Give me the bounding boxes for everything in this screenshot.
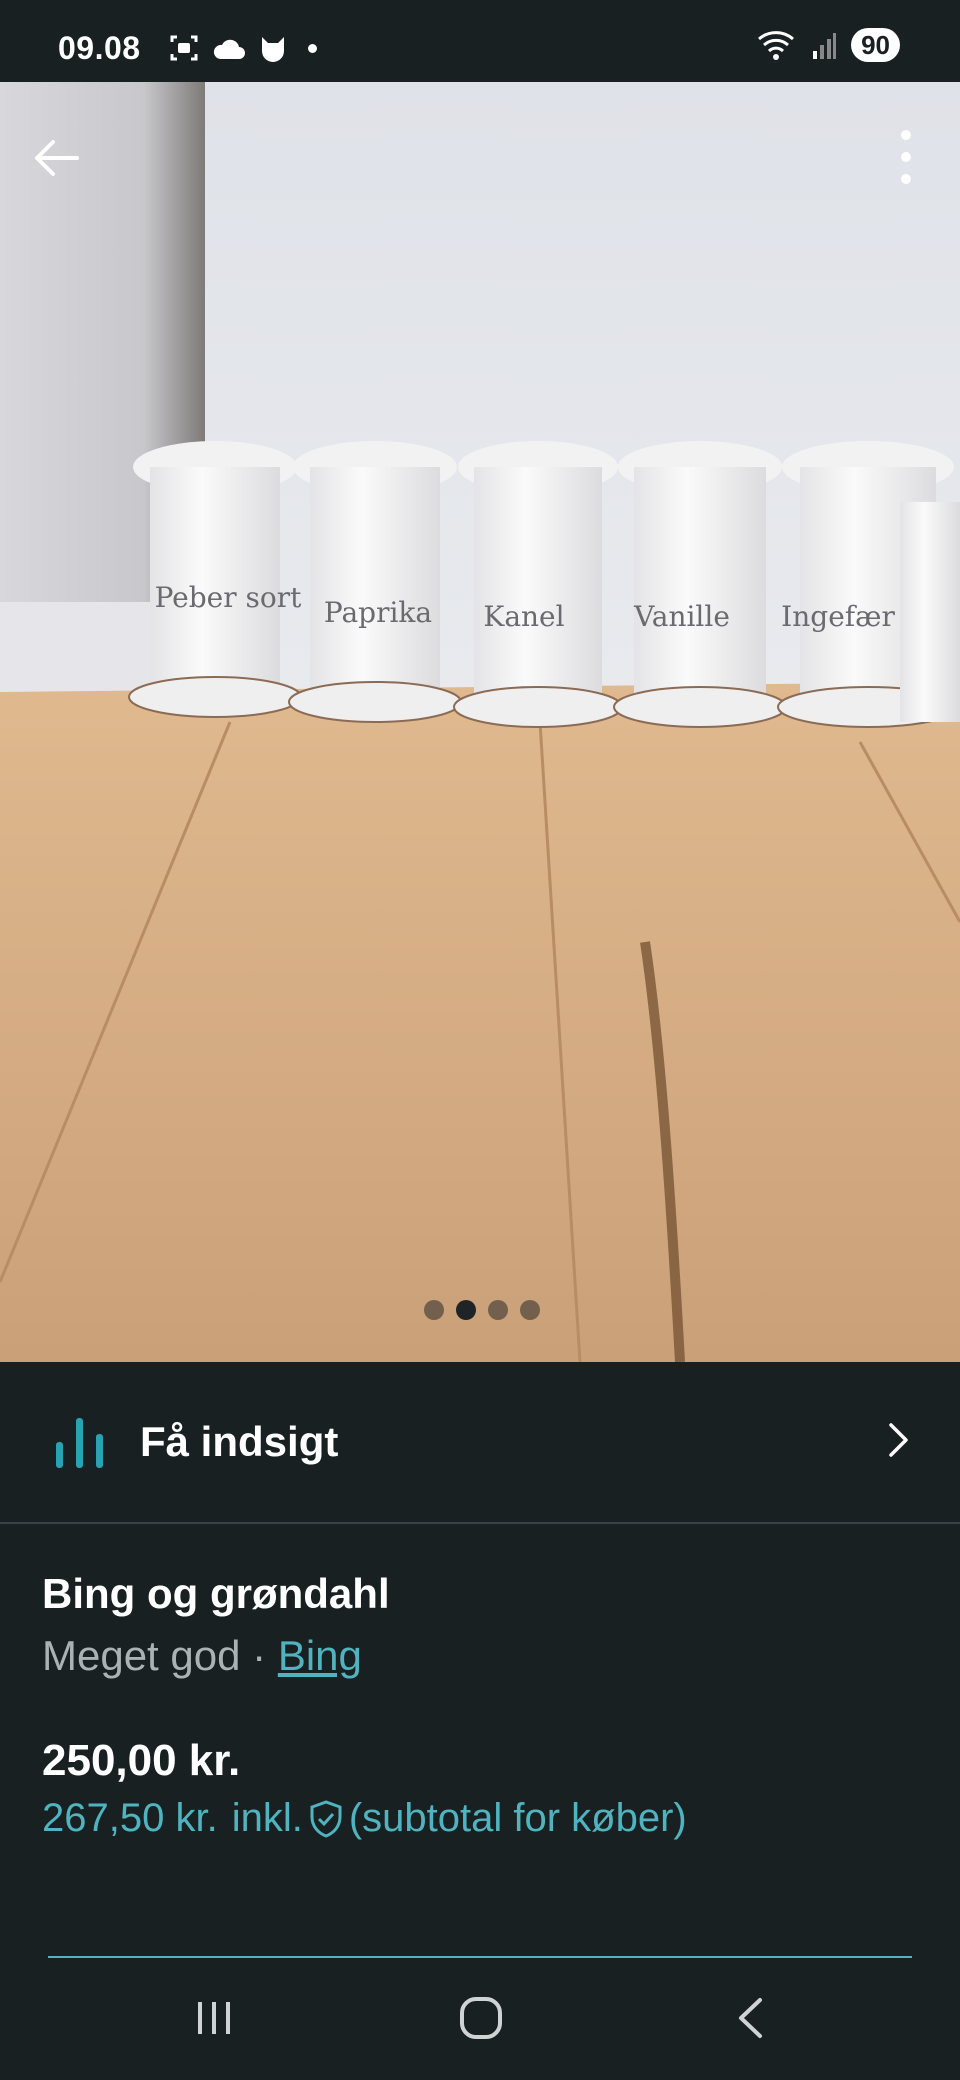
jar-label-5: Ingefær (781, 600, 895, 633)
more-options-button[interactable] (888, 124, 924, 190)
signal-icon (813, 33, 837, 59)
chevron-right-icon (889, 1423, 908, 1457)
jar-label-2: Paprika (324, 596, 432, 629)
app-notification-icon (262, 37, 284, 62)
listing-image-carousel[interactable]: Peber sort Paprika Kanel Vanille Ingefær (0, 82, 960, 1362)
insight-row[interactable]: Få indsigt (0, 1362, 960, 1524)
carousel-dot[interactable] (488, 1300, 508, 1320)
chevron-left-icon (739, 1998, 762, 2038)
carousel-dot[interactable] (424, 1300, 444, 1320)
insight-label: Få indsigt (140, 1418, 339, 1465)
more-notifications-dot (308, 43, 317, 53)
jar-label-1: Peber sort (155, 581, 303, 614)
screenshot-icon (170, 35, 198, 61)
jar-label-3: Kanel (483, 600, 564, 633)
system-icons: 90 (757, 28, 900, 62)
more-vertical-icon (901, 130, 911, 184)
home-icon (460, 1997, 502, 2039)
jar-label-4: Vanille (633, 600, 730, 633)
listing-meta: Meget god · Bing (42, 1632, 362, 1680)
system-back-button[interactable] (710, 1988, 790, 2048)
status-bar: 09.08 90 (0, 0, 960, 82)
home-button[interactable] (441, 1988, 521, 2048)
cloud-icon (213, 39, 245, 59)
brand-link[interactable]: Bing (278, 1632, 362, 1679)
listing-title: Bing og grøndahl (42, 1570, 390, 1617)
shield-check-icon (310, 1799, 342, 1838)
bar-chart-icon (56, 1418, 103, 1468)
carousel-dot-active[interactable] (456, 1300, 476, 1320)
carousel-dot[interactable] (520, 1300, 540, 1320)
recent-apps-button[interactable] (174, 1988, 254, 2048)
notification-icons (168, 32, 317, 64)
incl-label: inkl. (231, 1796, 303, 1840)
back-button[interactable] (26, 128, 86, 188)
wifi-icon (758, 31, 795, 60)
carousel-indicator (424, 1300, 540, 1320)
subtotal-note: (subtotal for køber) (348, 1796, 687, 1840)
battery-indicator: 90 (851, 28, 900, 62)
arrow-left-icon (35, 140, 79, 176)
price-incl-buyer-protection[interactable]: 267,50 kr. inkl. (subtotal for køber) (42, 1796, 687, 1841)
meta-separator: · (240, 1632, 278, 1679)
listing-price: 250,00 kr. (42, 1736, 241, 1785)
price-incl-amount: 267,50 kr. (42, 1796, 218, 1840)
status-time: 09.08 (58, 30, 141, 66)
system-navigation-bar (0, 1958, 960, 2080)
listing-photo: Peber sort Paprika Kanel Vanille Ingefær (0, 82, 960, 1362)
condition-label: Meget god (42, 1632, 241, 1679)
recent-apps-icon (198, 2002, 230, 2034)
